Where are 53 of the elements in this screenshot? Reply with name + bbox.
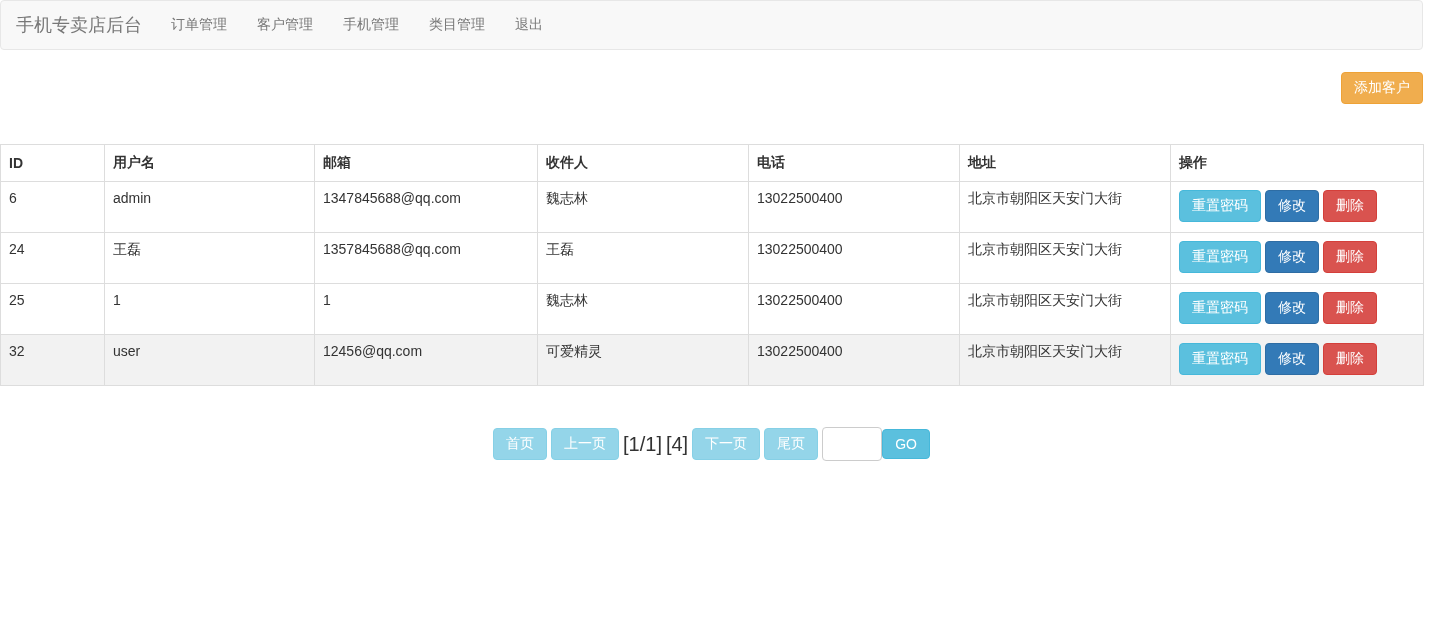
email-cell: 1 (314, 283, 538, 335)
email-cell: 1347845688@qq.com (314, 181, 538, 233)
address-cell: 北京市朝阳区天安门大街 (959, 334, 1171, 386)
username-cell: user (104, 334, 315, 386)
delete-button[interactable]: 删除 (1323, 343, 1377, 375)
edit-button[interactable]: 修改 (1265, 343, 1319, 375)
delete-button[interactable]: 删除 (1323, 241, 1377, 273)
username-cell: 1 (104, 283, 315, 335)
total-count: [4] (665, 432, 689, 456)
nav-link[interactable]: 订单管理 (156, 16, 242, 34)
recipient-cell: 可爱精灵 (537, 334, 749, 386)
address-cell: 北京市朝阳区天安门大街 (959, 181, 1171, 233)
column-header: 收件人 (537, 144, 749, 182)
column-header: 用户名 (104, 144, 315, 182)
email-cell: 1357845688@qq.com (314, 232, 538, 284)
id-cell: 32 (0, 334, 105, 386)
delete-button[interactable]: 删除 (1323, 190, 1377, 222)
page-info: [1/1] (623, 432, 662, 456)
username-cell: admin (104, 181, 315, 233)
nav-link[interactable]: 类目管理 (414, 16, 500, 34)
recipient-cell: 魏志林 (537, 181, 749, 233)
address-cell: 北京市朝阳区天安门大街 (959, 283, 1171, 335)
reset-password-button[interactable]: 重置密码 (1179, 241, 1261, 273)
edit-button[interactable]: 修改 (1265, 190, 1319, 222)
delete-button[interactable]: 删除 (1323, 292, 1377, 324)
reset-password-button[interactable]: 重置密码 (1179, 190, 1261, 222)
column-header: 邮箱 (314, 144, 538, 182)
id-cell: 6 (0, 181, 105, 233)
reset-password-button[interactable]: 重置密码 (1179, 292, 1261, 324)
phone-cell: 13022500400 (748, 181, 960, 233)
column-header: 操作 (1170, 144, 1424, 182)
column-header: 地址 (959, 144, 1171, 182)
recipient-cell: 王磊 (537, 232, 749, 284)
reset-password-button[interactable]: 重置密码 (1179, 343, 1261, 375)
page-input[interactable] (822, 427, 883, 461)
phone-cell: 13022500400 (748, 232, 960, 284)
address-cell: 北京市朝阳区天安门大街 (959, 232, 1171, 284)
edit-button[interactable]: 修改 (1265, 241, 1319, 273)
id-cell: 24 (0, 232, 105, 284)
nav-link[interactable]: 客户管理 (242, 16, 328, 34)
brand-link[interactable]: 手机专卖店后台 (16, 13, 142, 37)
nav-link[interactable]: 退出 (500, 16, 558, 34)
page-button[interactable]: GO (882, 429, 930, 459)
phone-cell: 13022500400 (748, 334, 960, 386)
nav-link[interactable]: 手机管理 (328, 16, 414, 34)
recipient-cell: 魏志林 (537, 283, 749, 335)
edit-button[interactable]: 修改 (1265, 292, 1319, 324)
column-header: 电话 (748, 144, 960, 182)
id-cell: 25 (0, 283, 105, 335)
column-header: ID (0, 144, 105, 182)
phone-cell: 13022500400 (748, 283, 960, 335)
email-cell: 12456@qq.com (314, 334, 538, 386)
username-cell: 王磊 (104, 232, 315, 284)
